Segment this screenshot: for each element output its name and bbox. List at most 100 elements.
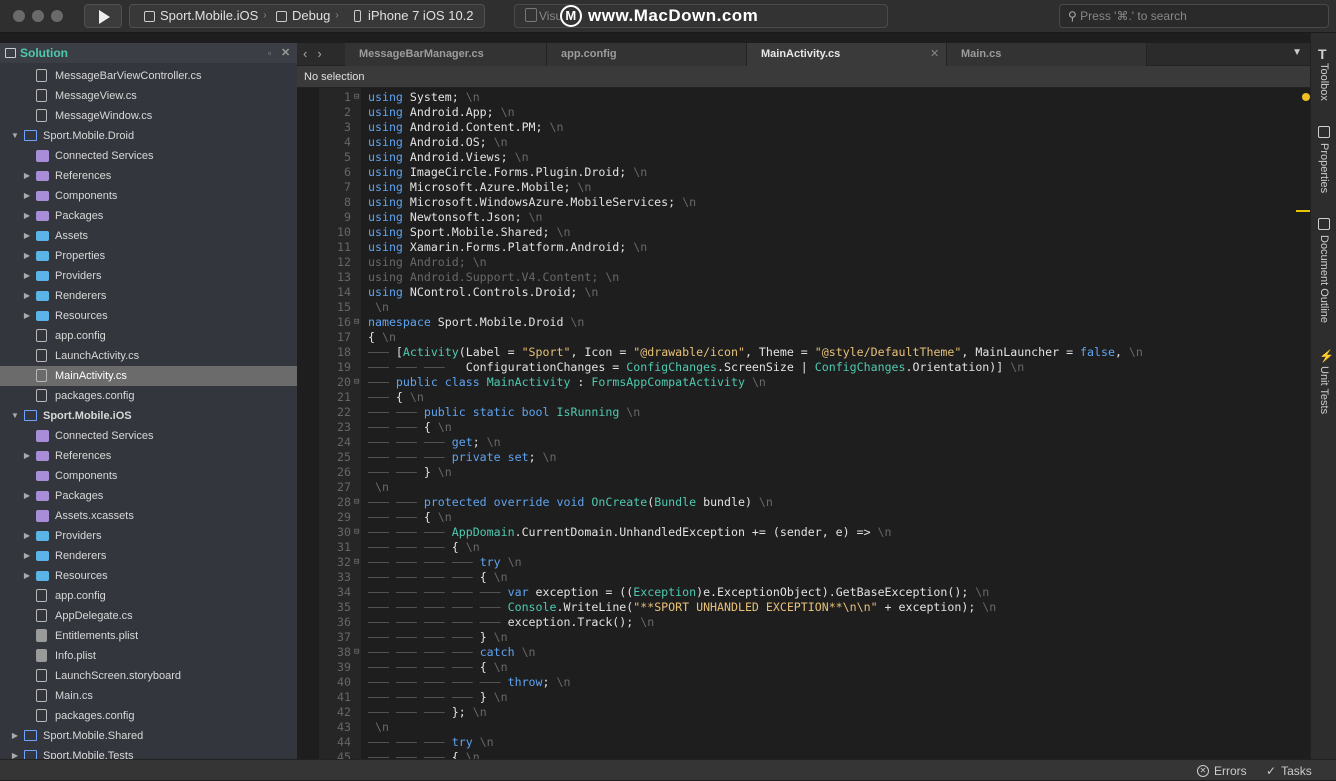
solution-tree-item[interactable]: ▶ Sport.Mobile.Shared <box>0 726 297 746</box>
run-button[interactable] <box>84 4 122 28</box>
code-line[interactable]: 11 using Xamarin.Forms.Platform.Android; … <box>319 240 1304 255</box>
code-area[interactable]: 1 ⊟ using System; \n 2 using Android.App; \n… <box>319 90 1304 759</box>
code-line[interactable]: 44 ——— ——— ——— try \n <box>319 735 1304 750</box>
code-line[interactable]: 23 ——— ——— { \n <box>319 420 1304 435</box>
code-line[interactable]: 6 using ImageCircle.Forms.Plugin.Droid; \… <box>319 165 1304 180</box>
document-outline-tab[interactable]: Document Outline <box>1311 235 1336 323</box>
solution-tree-item[interactable]: ▶ Packages <box>0 486 297 506</box>
solution-tree-item[interactable]: ▶ Resources <box>0 306 297 326</box>
disclosure-collapsed-icon[interactable]: ▶ <box>22 546 32 566</box>
code-line[interactable]: 27 \n <box>319 480 1304 495</box>
configuration-selector[interactable]: Debug › <box>276 5 344 27</box>
solution-tree-item[interactable]: Components <box>0 466 297 486</box>
fold-toggle-icon[interactable]: ⊟ <box>354 645 359 660</box>
solution-tree-item[interactable]: app.config <box>0 586 297 606</box>
solution-tree-item[interactable]: AppDelegate.cs <box>0 606 297 626</box>
close-pad-icon[interactable]: ✕ <box>281 43 290 63</box>
disclosure-collapsed-icon[interactable]: ▶ <box>22 486 32 506</box>
code-line[interactable]: 20 ⊟ ——— public class MainActivity : Forms… <box>319 375 1304 390</box>
solution-tree-item[interactable]: ▶ Renderers <box>0 286 297 306</box>
solution-tree-item[interactable]: MessageWindow.cs <box>0 106 297 126</box>
code-line[interactable]: 7 using Microsoft.Azure.Mobile; \n <box>319 180 1304 195</box>
code-line[interactable]: 9 using Newtonsoft.Json; \n <box>319 210 1304 225</box>
properties-tab[interactable]: Properties <box>1311 143 1336 193</box>
solution-tree-item[interactable]: Entitlements.plist <box>0 626 297 646</box>
solution-tree-item[interactable]: Connected Services <box>0 426 297 446</box>
disclosure-collapsed-icon[interactable]: ▶ <box>22 286 32 306</box>
fold-toggle-icon[interactable]: ⊟ <box>354 525 359 540</box>
code-line[interactable]: 21 ——— { \n <box>319 390 1304 405</box>
scheme-selector[interactable]: Sport.Mobile.iOS › <box>144 5 272 27</box>
disclosure-collapsed-icon[interactable]: ▶ <box>22 246 32 266</box>
code-line[interactable]: 25 ——— ——— ——— private set; \n <box>319 450 1304 465</box>
solution-tree-item[interactable]: ▶ Resources <box>0 566 297 586</box>
code-line[interactable]: 22 ——— ——— public static bool IsRunning \… <box>319 405 1304 420</box>
unit-tests-tab[interactable]: Unit Tests <box>1311 366 1336 414</box>
solution-tree-item[interactable]: ▶ Components <box>0 186 297 206</box>
tasks-button[interactable]: ✓ Tasks <box>1266 760 1312 781</box>
code-line[interactable]: 2 using Android.App; \n <box>319 105 1304 120</box>
solution-tree-item[interactable]: MessageBarViewController.cs <box>0 66 297 86</box>
toolbox-tab[interactable]: Toolbox <box>1311 63 1336 101</box>
solution-tree-item[interactable]: packages.config <box>0 386 297 406</box>
disclosure-collapsed-icon[interactable]: ▶ <box>22 306 32 326</box>
disclosure-expanded-icon[interactable]: ▼ <box>10 406 20 426</box>
code-line[interactable]: 37 ——— ——— ——— ——— } \n <box>319 630 1304 645</box>
fold-toggle-icon[interactable]: ⊟ <box>354 555 359 570</box>
disclosure-collapsed-icon[interactable]: ▶ <box>22 186 32 206</box>
solution-tree-item[interactable]: packages.config <box>0 706 297 726</box>
solution-tree-item[interactable]: ▶ Providers <box>0 526 297 546</box>
tab-app-config[interactable]: app.config <box>547 43 747 66</box>
navigation-arrows[interactable]: ‹› <box>303 43 332 66</box>
disclosure-collapsed-icon[interactable]: ▶ <box>22 446 32 466</box>
code-line[interactable]: 36 ——— ——— ——— ——— ——— exception.Track();… <box>319 615 1304 630</box>
code-line[interactable]: 3 using Android.Content.PM; \n <box>319 120 1304 135</box>
run-configuration-selector[interactable]: Sport.Mobile.iOS › Debug › iPhone 7 iOS 10… <box>129 4 485 28</box>
code-line[interactable]: 33 ——— ——— ——— ——— { \n <box>319 570 1304 585</box>
disclosure-collapsed-icon[interactable]: ▶ <box>22 266 32 286</box>
tab-mainactivity[interactable]: MainActivity.cs ✕ <box>747 43 947 66</box>
close-window-button[interactable] <box>13 10 25 22</box>
code-line[interactable]: 43 \n <box>319 720 1304 735</box>
solution-tree-item[interactable]: Connected Services <box>0 146 297 166</box>
code-line[interactable]: 42 ——— ——— ——— }; \n <box>319 705 1304 720</box>
code-line[interactable]: 4 using Android.OS; \n <box>319 135 1304 150</box>
code-line[interactable]: 18 ——— [Activity(Label = "Sport", Icon = … <box>319 345 1304 360</box>
code-line[interactable]: 12 using Android; \n <box>319 255 1304 270</box>
code-line[interactable]: 13 using Android.Support.V4.Content; \n <box>319 270 1304 285</box>
solution-tree-item[interactable]: ▶ Assets <box>0 226 297 246</box>
solution-tree-item[interactable]: ▶ References <box>0 446 297 466</box>
disclosure-collapsed-icon[interactable]: ▶ <box>22 526 32 546</box>
back-arrow-icon[interactable]: ‹ <box>303 46 317 61</box>
code-editor[interactable]: 1 ⊟ using System; \n 2 using Android.App; \n… <box>297 88 1310 759</box>
code-line[interactable]: 38 ⊟ ——— ——— ——— ——— catch \n <box>319 645 1304 660</box>
solution-tree-item[interactable]: ▶ Packages <box>0 206 297 226</box>
fold-toggle-icon[interactable]: ⊟ <box>354 315 359 330</box>
solution-tree-item[interactable]: MessageView.cs <box>0 86 297 106</box>
device-selector[interactable]: iPhone 7 iOS 10.2 <box>354 5 474 27</box>
solution-tree-item[interactable]: ▶ Properties <box>0 246 297 266</box>
code-line[interactable]: 34 ——— ——— ——— ——— ——— var exception = ((… <box>319 585 1304 600</box>
solution-tree-item[interactable]: ▶ Renderers <box>0 546 297 566</box>
code-line[interactable]: 8 using Microsoft.WindowsAzure.MobileServ… <box>319 195 1304 210</box>
code-line[interactable]: 10 using Sport.Mobile.Shared; \n <box>319 225 1304 240</box>
tab-messagebarmanager[interactable]: MessageBarManager.cs <box>345 43 547 66</box>
solution-tree-item[interactable]: Main.cs <box>0 686 297 706</box>
code-line[interactable]: 28 ⊟ ——— ——— protected override void OnCre… <box>319 495 1304 510</box>
solution-tree-item[interactable]: ▶ References <box>0 166 297 186</box>
code-line[interactable]: 15 \n <box>319 300 1304 315</box>
disclosure-collapsed-icon[interactable]: ▶ <box>22 226 32 246</box>
code-line[interactable]: 31 ——— ——— ——— { \n <box>319 540 1304 555</box>
solution-tree-item[interactable]: Info.plist <box>0 646 297 666</box>
zoom-window-button[interactable] <box>51 10 63 22</box>
disclosure-expanded-icon[interactable]: ▼ <box>10 126 20 146</box>
search-input[interactable]: ⚲ Press '⌘.' to search <box>1059 4 1329 28</box>
disclosure-collapsed-icon[interactable]: ▶ <box>10 726 20 746</box>
disclosure-collapsed-icon[interactable]: ▶ <box>22 566 32 586</box>
code-line[interactable]: 1 ⊟ using System; \n <box>319 90 1304 105</box>
disclosure-collapsed-icon[interactable]: ▶ <box>22 206 32 226</box>
solution-tree-item[interactable]: ▼ Sport.Mobile.Droid <box>0 126 297 146</box>
tab-list-dropdown-icon[interactable]: ▼ <box>1292 47 1302 58</box>
solution-tree-item[interactable]: MainActivity.cs <box>0 366 297 386</box>
code-line[interactable]: 30 ⊟ ——— ——— ——— AppDomain.CurrentDomain.U… <box>319 525 1304 540</box>
